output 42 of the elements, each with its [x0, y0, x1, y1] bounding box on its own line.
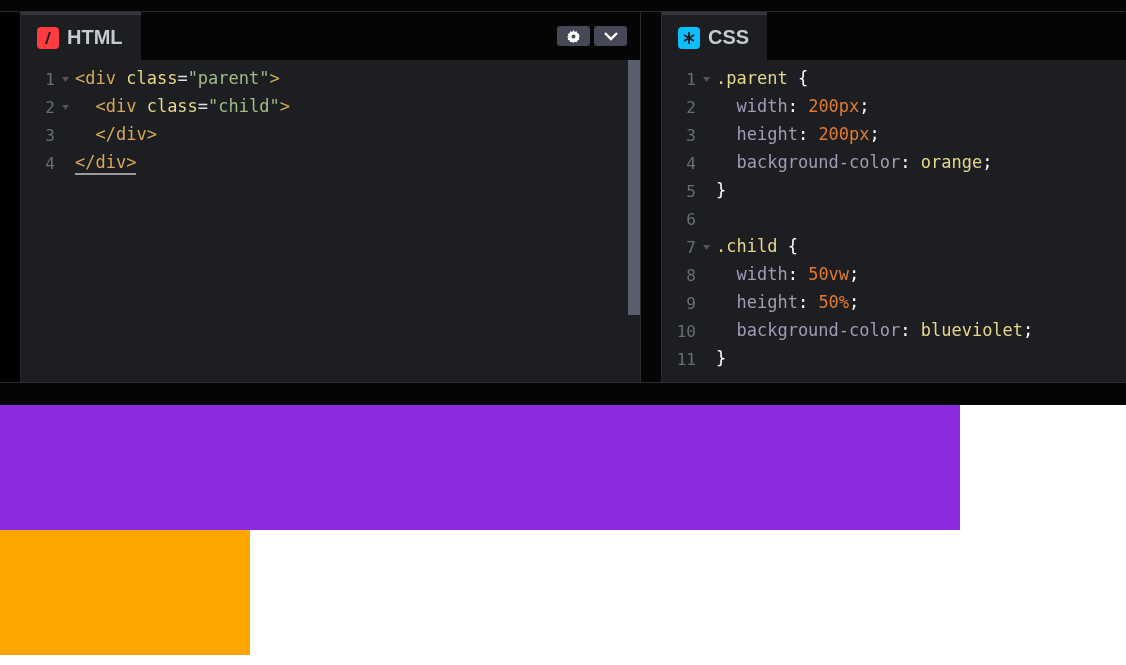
- line-number: 1: [44, 69, 55, 89]
- fold-arrow-icon[interactable]: [61, 76, 69, 82]
- line-number: 3: [685, 125, 696, 145]
- slash-icon: [37, 26, 59, 49]
- code-line: width: 50vw;: [735, 263, 860, 286]
- line-number: 2: [44, 97, 55, 117]
- code-line: height: 50%;: [735, 291, 860, 314]
- editor-tab[interactable]: CSS: [662, 12, 768, 60]
- line-number: 10: [675, 321, 696, 341]
- code-line: }: [716, 179, 727, 202]
- chevron-down-icon: [603, 31, 618, 41]
- line-number: 7: [685, 237, 696, 257]
- code-line: width: 200px;: [735, 95, 870, 118]
- line-number: 5: [685, 181, 696, 201]
- code-line: <div class="child">: [94, 95, 290, 118]
- fold-arrow-icon[interactable]: [702, 244, 710, 250]
- code-line: height: 200px;: [735, 123, 880, 146]
- fold-arrow-icon[interactable]: [61, 104, 69, 110]
- code-line: background-color: orange;: [735, 151, 993, 174]
- code-line: .parent {: [716, 67, 809, 90]
- line-number: 2: [685, 97, 696, 117]
- code-line: background-color: blueviolet;: [735, 319, 1034, 342]
- code-line: }: [716, 347, 727, 370]
- line-number: 6: [685, 209, 696, 229]
- line-number: 9: [685, 293, 696, 313]
- code-line: <div class="parent">: [75, 67, 280, 90]
- line-number: 3: [44, 125, 55, 145]
- settings-button[interactable]: [557, 26, 590, 46]
- settings-icon: [567, 29, 580, 43]
- line-number: 4: [685, 153, 696, 173]
- editor-tab[interactable]: HTML: [21, 12, 141, 60]
- line-number: 1: [685, 69, 696, 89]
- code-line: </div>: [75, 151, 137, 175]
- line-number: 11: [675, 349, 696, 369]
- code-line: .child {: [716, 235, 798, 258]
- asterisk-icon: [678, 26, 700, 49]
- line-number: 4: [44, 153, 55, 173]
- line-number: 8: [685, 265, 696, 285]
- scrollbar[interactable]: [628, 60, 640, 315]
- code-line: </div>: [94, 123, 157, 146]
- dropdown-button[interactable]: [594, 26, 627, 46]
- fold-arrow-icon[interactable]: [702, 76, 710, 82]
